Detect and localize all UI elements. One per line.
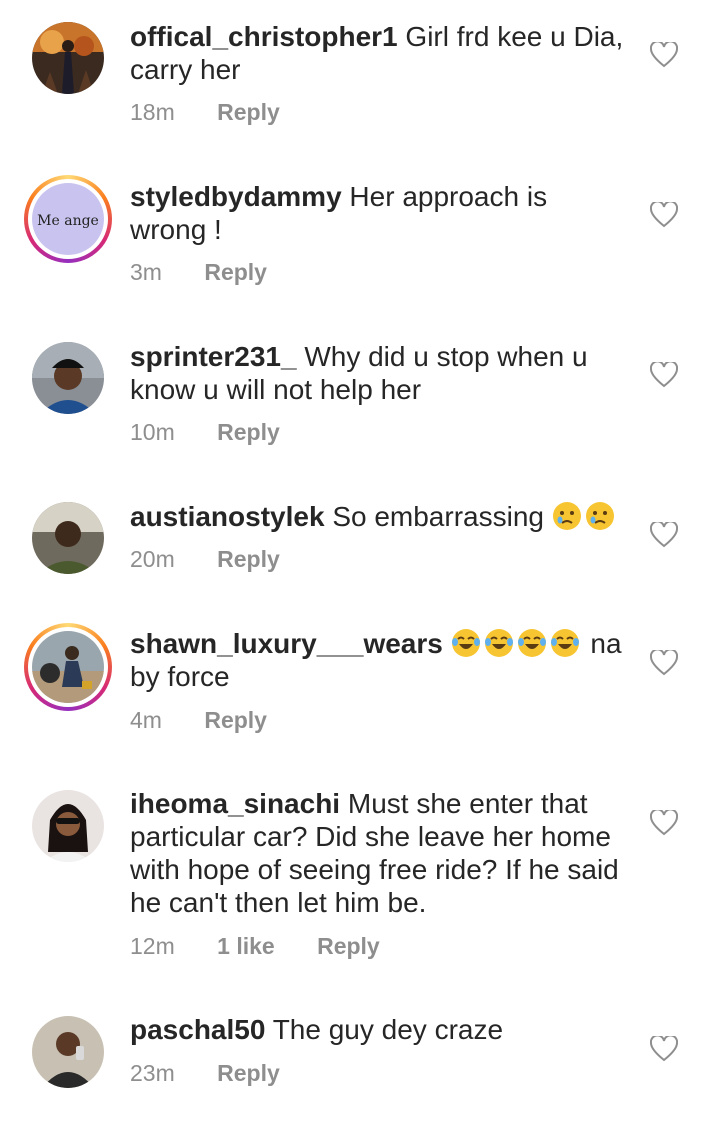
like-heart-icon[interactable] bbox=[650, 1036, 678, 1062]
reply-button[interactable]: Reply bbox=[317, 933, 380, 959]
comment-body: styledbydammy Her approach is wrong ! bbox=[130, 180, 630, 246]
comment-username[interactable]: styledbydammy bbox=[130, 181, 342, 212]
avatar[interactable] bbox=[32, 22, 104, 94]
comment-meta: 4m Reply bbox=[130, 707, 303, 734]
like-heart-icon[interactable] bbox=[650, 202, 678, 228]
avatar-image bbox=[32, 1016, 104, 1088]
tears-of-joy-emoji-icon bbox=[517, 629, 546, 657]
comment-text: So embarrassing bbox=[332, 501, 544, 532]
comment-text: The guy dey craze bbox=[272, 1014, 504, 1045]
reply-button[interactable]: Reply bbox=[204, 259, 267, 285]
crying-face-emoji-icon bbox=[552, 502, 581, 530]
like-heart-icon[interactable] bbox=[650, 810, 678, 836]
avatar[interactable] bbox=[32, 790, 104, 862]
comment-meta: 3m Reply bbox=[130, 259, 303, 286]
comment-body: austianostylek So embarrassing bbox=[130, 500, 630, 533]
avatar-image bbox=[32, 631, 104, 703]
comment-username[interactable]: austianostylek bbox=[130, 501, 325, 532]
comment-time: 3m bbox=[130, 259, 162, 285]
comment-body: shawn_luxury___wears na by force bbox=[130, 627, 630, 693]
tears-of-joy-emoji-icon bbox=[550, 629, 579, 657]
like-heart-icon[interactable] bbox=[650, 522, 678, 548]
like-count[interactable]: 1 like bbox=[217, 933, 275, 959]
comment-time: 23m bbox=[130, 1060, 175, 1086]
like-heart-icon[interactable] bbox=[650, 362, 678, 388]
avatar[interactable] bbox=[24, 623, 112, 711]
like-heart-icon[interactable] bbox=[650, 42, 678, 68]
avatar[interactable] bbox=[32, 502, 104, 574]
avatar-image bbox=[32, 502, 104, 574]
comment-username[interactable]: shawn_luxury___wears bbox=[130, 628, 443, 659]
avatar-logo-text: Me ange bbox=[37, 213, 99, 229]
reply-button[interactable]: Reply bbox=[217, 99, 280, 125]
comment-body: paschal50 The guy dey craze bbox=[130, 1013, 630, 1046]
comment-body: iheoma_sinachi Must she enter that parti… bbox=[130, 787, 630, 919]
avatar-image: Me ange bbox=[32, 183, 104, 255]
comment-meta: 12m 1 like Reply bbox=[130, 933, 416, 960]
crying-face-emoji-icon bbox=[585, 502, 614, 530]
avatar[interactable] bbox=[32, 1016, 104, 1088]
reply-button[interactable]: Reply bbox=[217, 1060, 280, 1086]
comment-username[interactable]: iheoma_sinachi bbox=[130, 788, 340, 819]
avatar-image bbox=[32, 790, 104, 862]
comment-meta: 18m Reply bbox=[130, 99, 316, 126]
comment-meta: 20m Reply bbox=[130, 546, 316, 573]
reply-button[interactable]: Reply bbox=[217, 546, 280, 572]
avatar[interactable] bbox=[32, 342, 104, 414]
comment-body: offical_christopher1 Girl frd kee u Dia,… bbox=[130, 20, 630, 86]
tears-of-joy-emoji-icon bbox=[451, 629, 480, 657]
avatar-image bbox=[32, 22, 104, 94]
comment-time: 18m bbox=[130, 99, 175, 125]
like-heart-icon[interactable] bbox=[650, 650, 678, 676]
comment-username[interactable]: offical_christopher1 bbox=[130, 21, 398, 52]
comment-time: 20m bbox=[130, 546, 175, 572]
comment-meta: 23m Reply bbox=[130, 1060, 316, 1087]
comment-body: sprinter231_ Why did u stop when u know … bbox=[130, 340, 630, 406]
tears-of-joy-emoji-icon bbox=[484, 629, 513, 657]
avatar[interactable]: Me ange bbox=[24, 175, 112, 263]
reply-button[interactable]: Reply bbox=[217, 419, 280, 445]
comment-username[interactable]: sprinter231_ bbox=[130, 341, 297, 372]
comment-time: 10m bbox=[130, 419, 175, 445]
comment-time: 12m bbox=[130, 933, 175, 959]
comment-meta: 10m Reply bbox=[130, 419, 316, 446]
reply-button[interactable]: Reply bbox=[204, 707, 267, 733]
avatar-image bbox=[32, 342, 104, 414]
comment-username[interactable]: paschal50 bbox=[130, 1014, 265, 1045]
comment-time: 4m bbox=[130, 707, 162, 733]
